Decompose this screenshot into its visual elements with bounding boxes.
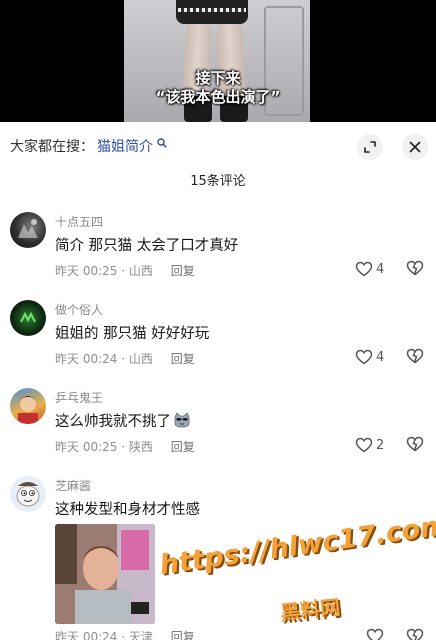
comment-text: 姐姐的 那只猫 好好好玩 (55, 326, 210, 342)
comment-meta: 昨天 00:24 · 天津 回复 (55, 628, 195, 640)
dislike-broken-heart-icon[interactable] (406, 260, 424, 276)
comment-time: 昨天 00:24 (55, 352, 118, 366)
search-suggestion-prefix: 大家都在搜： (10, 139, 94, 155)
comment-time: 昨天 00:25 (55, 440, 118, 454)
avatar[interactable] (10, 212, 46, 248)
comment-text: 简介 那只猫 太会了口才真好 (55, 238, 239, 254)
reply-button[interactable]: 回复 (171, 264, 195, 278)
like-button[interactable]: 4 (355, 348, 384, 366)
comment-location: 山西 (128, 352, 153, 366)
comment-item: 十点五四 简介 那只猫 太会了口才真好 昨天 00:25 · 山西 回复 4 (0, 210, 436, 290)
reply-button[interactable]: 回复 (171, 352, 195, 366)
like-count: 4 (376, 349, 385, 365)
video-preview[interactable]: 接下来 “该我本色出演了” (0, 0, 436, 122)
avatar-image (16, 482, 40, 507)
comment-username[interactable]: 芝麻酱 (55, 477, 91, 494)
comment-meta: 昨天 00:24 · 山西 回复 (55, 352, 195, 366)
comment-location: 陕西 (128, 440, 153, 454)
heart-icon (355, 261, 373, 277)
search-icon[interactable] (157, 138, 167, 148)
avatar-image (18, 219, 38, 238)
avatar[interactable] (10, 388, 46, 424)
comment-time: 昨天 00:24 (55, 630, 118, 640)
comment-time: 昨天 00:25 (55, 264, 118, 278)
avatar[interactable] (10, 476, 46, 512)
dislike-broken-heart-icon[interactable] (406, 436, 424, 452)
heart-icon[interactable] (366, 628, 384, 640)
heart-icon (355, 437, 373, 453)
like-count: 4 (376, 261, 385, 277)
expand-icon (364, 141, 376, 153)
avatar-image (20, 311, 36, 323)
search-suggestion-term[interactable]: 猫姐简介 (97, 136, 153, 156)
expand-button[interactable] (357, 134, 383, 160)
video-figure-shorts (176, 0, 248, 24)
dislike-broken-heart-icon[interactable] (406, 628, 424, 640)
like-count: 2 (376, 437, 385, 453)
like-button[interactable]: 4 (355, 260, 384, 278)
comment-text: 这么帅我就不挑了 (55, 410, 191, 431)
reply-button[interactable]: 回复 (171, 440, 195, 454)
comment-item: 乒乓鬼王 这么帅我就不挑了 昨天 00:25 · 陕西 回复 2 (0, 386, 436, 466)
like-button[interactable]: 2 (355, 436, 384, 454)
close-icon (409, 141, 421, 153)
comment-meta: 昨天 00:25 · 陕西 回复 (55, 440, 195, 454)
comment-count-title: 15条评论 (190, 174, 246, 189)
comment-item: 做个俗人 姐姐的 那只猫 好好好玩 昨天 00:24 · 山西 回复 4 (0, 298, 436, 378)
comment-username[interactable]: 乒乓鬼王 (55, 389, 103, 406)
heart-icon (355, 349, 373, 365)
avatar[interactable] (10, 300, 46, 336)
avatar-image (18, 396, 38, 424)
comment-username[interactable]: 十点五四 (55, 213, 103, 230)
comment-meta: 昨天 00:25 · 山西 回复 (55, 264, 195, 278)
comment-text: 这种发型和身材才性感 (55, 502, 200, 518)
comment-location: 天津 (128, 630, 153, 640)
dislike-broken-heart-icon[interactable] (406, 348, 424, 364)
comment-image-thumbnail[interactable] (55, 524, 155, 624)
close-button[interactable] (402, 134, 428, 160)
comment-username[interactable]: 做个俗人 (55, 301, 103, 318)
comment-location: 山西 (128, 264, 153, 278)
video-figure-belt (178, 8, 246, 12)
video-subtitle-line1: 接下来 (195, 69, 241, 87)
comment-text-content: 这么帅我就不挑了 (55, 414, 171, 430)
video-subtitle-line2: “该我本色出演了” (155, 88, 281, 106)
comment-image (55, 524, 155, 624)
cat-sunglasses-emoji-icon (174, 412, 190, 428)
reply-button[interactable]: 回复 (171, 630, 195, 640)
